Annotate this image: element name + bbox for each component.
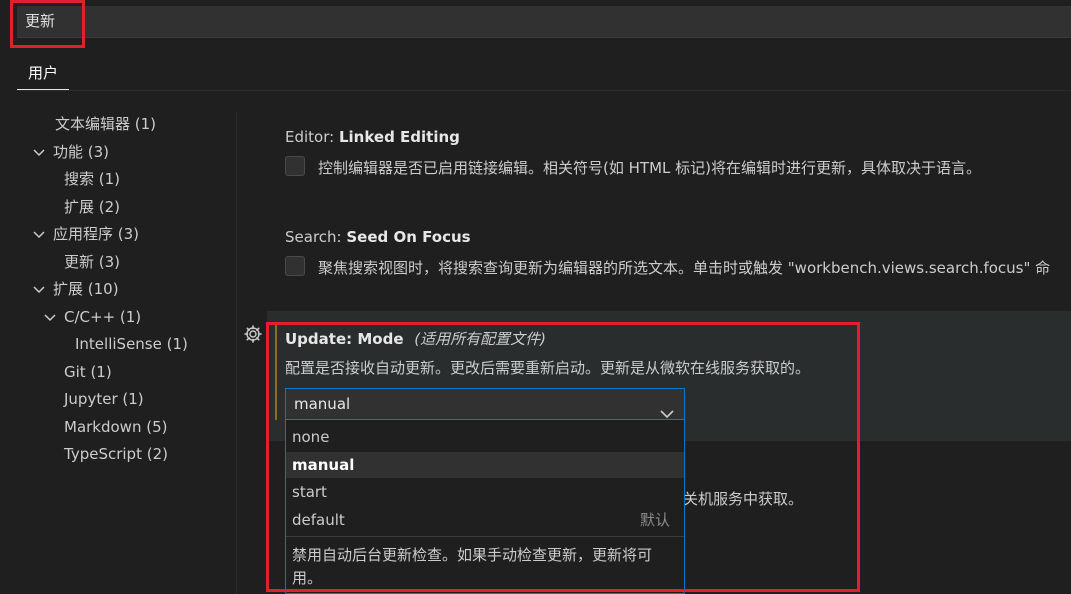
toc-item-label: 扩展 (10) xyxy=(53,280,119,298)
toc-divider xyxy=(236,112,237,594)
toc-item-cpp[interactable]: C/C++ (1) xyxy=(44,304,141,330)
tabs-divider xyxy=(17,90,1071,91)
toc-item-label: TypeScript (2) xyxy=(64,445,168,463)
chevron-down-icon xyxy=(33,230,45,240)
settings-search-bar[interactable] xyxy=(17,6,1071,38)
toc-item-label: 扩展 (2) xyxy=(64,198,121,216)
toc-item-label: C/C++ (1) xyxy=(64,308,142,326)
toc-item-label: Jupyter (1) xyxy=(64,390,144,408)
toc-item-label: 功能 (3) xyxy=(53,143,110,161)
setting-title-seed-on-focus: Search: Seed On Focus xyxy=(285,228,471,246)
setting-description-linked-editing: 控制编辑器是否已启用链接编辑。相关符号(如 HTML 标记)将在编辑时进行更新，… xyxy=(318,159,981,177)
seed-on-focus-checkbox[interactable] xyxy=(285,256,305,276)
linked-editing-checkbox[interactable] xyxy=(285,156,305,176)
toc-item-markdown[interactable]: Markdown (5) xyxy=(64,414,167,440)
setting-category: Editor: xyxy=(285,128,339,146)
chevron-down-icon xyxy=(44,313,56,323)
tab-user[interactable]: 用户 xyxy=(17,60,69,90)
toc-item-label: Markdown (5) xyxy=(64,418,168,436)
chevron-down-icon xyxy=(33,148,45,158)
setting-category: Search: xyxy=(285,228,347,246)
chevron-down-icon xyxy=(33,285,45,295)
toc-item-git[interactable]: Git (1) xyxy=(64,359,112,385)
toc-item-search[interactable]: 搜索 (1) xyxy=(64,166,120,192)
toc-item-label: Git (1) xyxy=(64,363,112,381)
toc-item-label: 应用程序 (3) xyxy=(53,225,140,243)
update-mode-highlight-box xyxy=(266,322,860,592)
toc-item-features[interactable]: 功能 (3) xyxy=(33,139,109,165)
setting-title-linked-editing: Editor: Linked Editing xyxy=(285,128,460,146)
setting-key: Seed On Focus xyxy=(346,228,471,246)
toc-item-label: 搜索 (1) xyxy=(64,170,121,188)
toc-item-update[interactable]: 更新 (3) xyxy=(64,249,120,275)
toc-item-label: 文本编辑器 (1) xyxy=(55,115,157,133)
search-highlight-box xyxy=(10,0,85,48)
toc-item-extensions[interactable]: 扩展 (10) xyxy=(33,276,119,302)
toc-item-jupyter[interactable]: Jupyter (1) xyxy=(64,386,144,412)
toc-item-application[interactable]: 应用程序 (3) xyxy=(33,221,139,247)
setting-description-seed-on-focus: 聚焦搜索视图时，将搜索查询更新为编辑器的所选文本。单击时或触发 "workben… xyxy=(318,259,1051,277)
setting-key: Linked Editing xyxy=(338,128,460,146)
toc-item-intellisense[interactable]: IntelliSense (1) xyxy=(75,331,188,357)
toc-item-typescript[interactable]: TypeScript (2) xyxy=(64,441,168,467)
toc-item-features-extensions[interactable]: 扩展 (2) xyxy=(64,194,120,220)
toc-item-label: IntelliSense (1) xyxy=(75,335,188,353)
gear-icon[interactable] xyxy=(243,324,263,344)
toc-item-label: 更新 (3) xyxy=(64,253,121,271)
toc-item-text-editor[interactable]: 文本编辑器 (1) xyxy=(55,111,156,137)
